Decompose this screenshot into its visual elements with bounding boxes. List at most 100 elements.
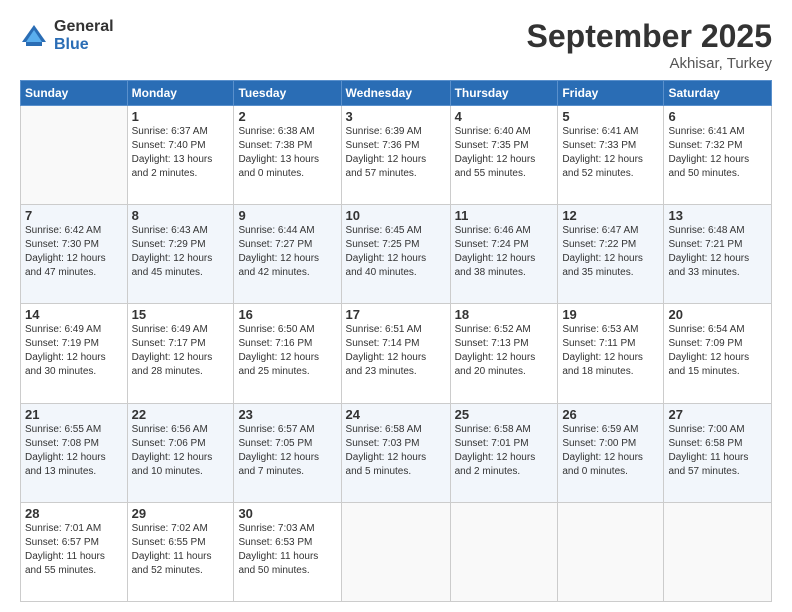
- header: General Blue September 2025 Akhisar, Tur…: [20, 18, 772, 72]
- day-cell: 29Sunrise: 7:02 AM Sunset: 6:55 PM Dayli…: [127, 502, 234, 601]
- day-cell: 18Sunrise: 6:52 AM Sunset: 7:13 PM Dayli…: [450, 304, 558, 403]
- day-info: Sunrise: 7:02 AM Sunset: 6:55 PM Dayligh…: [132, 522, 230, 578]
- day-number: 12: [562, 208, 659, 223]
- day-info: Sunrise: 6:37 AM Sunset: 7:40 PM Dayligh…: [132, 125, 230, 181]
- day-cell: 30Sunrise: 7:03 AM Sunset: 6:53 PM Dayli…: [234, 502, 341, 601]
- day-cell: 5Sunrise: 6:41 AM Sunset: 7:33 PM Daylig…: [558, 106, 664, 205]
- header-sunday: Sunday: [21, 81, 128, 106]
- logo-icon: [20, 22, 48, 50]
- page: General Blue September 2025 Akhisar, Tur…: [0, 0, 792, 612]
- day-number: 1: [132, 109, 230, 124]
- day-cell: 20Sunrise: 6:54 AM Sunset: 7:09 PM Dayli…: [664, 304, 772, 403]
- header-friday: Friday: [558, 81, 664, 106]
- day-number: 27: [668, 407, 767, 422]
- day-info: Sunrise: 6:48 AM Sunset: 7:21 PM Dayligh…: [668, 224, 767, 280]
- day-info: Sunrise: 7:01 AM Sunset: 6:57 PM Dayligh…: [25, 522, 123, 578]
- day-info: Sunrise: 7:03 AM Sunset: 6:53 PM Dayligh…: [238, 522, 336, 578]
- day-cell: 15Sunrise: 6:49 AM Sunset: 7:17 PM Dayli…: [127, 304, 234, 403]
- day-number: 17: [346, 307, 446, 322]
- day-number: 26: [562, 407, 659, 422]
- day-cell: [450, 502, 558, 601]
- day-info: Sunrise: 7:00 AM Sunset: 6:58 PM Dayligh…: [668, 423, 767, 479]
- day-number: 4: [455, 109, 554, 124]
- day-cell: 23Sunrise: 6:57 AM Sunset: 7:05 PM Dayli…: [234, 403, 341, 502]
- day-number: 18: [455, 307, 554, 322]
- day-info: Sunrise: 6:41 AM Sunset: 7:33 PM Dayligh…: [562, 125, 659, 181]
- day-cell: 21Sunrise: 6:55 AM Sunset: 7:08 PM Dayli…: [21, 403, 128, 502]
- logo-general: General: [54, 18, 114, 36]
- day-number: 30: [238, 506, 336, 521]
- day-cell: 28Sunrise: 7:01 AM Sunset: 6:57 PM Dayli…: [21, 502, 128, 601]
- day-cell: 11Sunrise: 6:46 AM Sunset: 7:24 PM Dayli…: [450, 205, 558, 304]
- day-cell: 17Sunrise: 6:51 AM Sunset: 7:14 PM Dayli…: [341, 304, 450, 403]
- day-cell: 1Sunrise: 6:37 AM Sunset: 7:40 PM Daylig…: [127, 106, 234, 205]
- day-info: Sunrise: 6:58 AM Sunset: 7:01 PM Dayligh…: [455, 423, 554, 479]
- day-cell: 8Sunrise: 6:43 AM Sunset: 7:29 PM Daylig…: [127, 205, 234, 304]
- day-info: Sunrise: 6:50 AM Sunset: 7:16 PM Dayligh…: [238, 323, 336, 379]
- day-cell: 27Sunrise: 7:00 AM Sunset: 6:58 PM Dayli…: [664, 403, 772, 502]
- logo-blue: Blue: [54, 36, 114, 54]
- day-info: Sunrise: 6:45 AM Sunset: 7:25 PM Dayligh…: [346, 224, 446, 280]
- day-cell: [558, 502, 664, 601]
- day-number: 7: [25, 208, 123, 223]
- day-number: 3: [346, 109, 446, 124]
- day-number: 13: [668, 208, 767, 223]
- day-cell: 22Sunrise: 6:56 AM Sunset: 7:06 PM Dayli…: [127, 403, 234, 502]
- header-saturday: Saturday: [664, 81, 772, 106]
- header-thursday: Thursday: [450, 81, 558, 106]
- day-cell: 4Sunrise: 6:40 AM Sunset: 7:35 PM Daylig…: [450, 106, 558, 205]
- logo-text: General Blue: [54, 18, 114, 53]
- day-number: 9: [238, 208, 336, 223]
- day-info: Sunrise: 6:43 AM Sunset: 7:29 PM Dayligh…: [132, 224, 230, 280]
- day-info: Sunrise: 6:52 AM Sunset: 7:13 PM Dayligh…: [455, 323, 554, 379]
- day-cell: 25Sunrise: 6:58 AM Sunset: 7:01 PM Dayli…: [450, 403, 558, 502]
- day-cell: 13Sunrise: 6:48 AM Sunset: 7:21 PM Dayli…: [664, 205, 772, 304]
- day-info: Sunrise: 6:44 AM Sunset: 7:27 PM Dayligh…: [238, 224, 336, 280]
- day-info: Sunrise: 6:46 AM Sunset: 7:24 PM Dayligh…: [455, 224, 554, 280]
- day-number: 16: [238, 307, 336, 322]
- day-cell: 3Sunrise: 6:39 AM Sunset: 7:36 PM Daylig…: [341, 106, 450, 205]
- day-info: Sunrise: 6:38 AM Sunset: 7:38 PM Dayligh…: [238, 125, 336, 181]
- location: Akhisar, Turkey: [527, 55, 772, 72]
- day-info: Sunrise: 6:59 AM Sunset: 7:00 PM Dayligh…: [562, 423, 659, 479]
- day-info: Sunrise: 6:58 AM Sunset: 7:03 PM Dayligh…: [346, 423, 446, 479]
- header-tuesday: Tuesday: [234, 81, 341, 106]
- day-number: 25: [455, 407, 554, 422]
- day-number: 5: [562, 109, 659, 124]
- day-cell: 7Sunrise: 6:42 AM Sunset: 7:30 PM Daylig…: [21, 205, 128, 304]
- day-cell: 24Sunrise: 6:58 AM Sunset: 7:03 PM Dayli…: [341, 403, 450, 502]
- day-cell: 9Sunrise: 6:44 AM Sunset: 7:27 PM Daylig…: [234, 205, 341, 304]
- day-cell: 14Sunrise: 6:49 AM Sunset: 7:19 PM Dayli…: [21, 304, 128, 403]
- day-info: Sunrise: 6:53 AM Sunset: 7:11 PM Dayligh…: [562, 323, 659, 379]
- header-monday: Monday: [127, 81, 234, 106]
- day-cell: 10Sunrise: 6:45 AM Sunset: 7:25 PM Dayli…: [341, 205, 450, 304]
- logo: General Blue: [20, 18, 114, 53]
- day-cell: 26Sunrise: 6:59 AM Sunset: 7:00 PM Dayli…: [558, 403, 664, 502]
- day-number: 23: [238, 407, 336, 422]
- day-info: Sunrise: 6:55 AM Sunset: 7:08 PM Dayligh…: [25, 423, 123, 479]
- day-number: 11: [455, 208, 554, 223]
- day-info: Sunrise: 6:41 AM Sunset: 7:32 PM Dayligh…: [668, 125, 767, 181]
- day-info: Sunrise: 6:42 AM Sunset: 7:30 PM Dayligh…: [25, 224, 123, 280]
- day-number: 28: [25, 506, 123, 521]
- week-row-1: 1Sunrise: 6:37 AM Sunset: 7:40 PM Daylig…: [21, 106, 772, 205]
- day-number: 29: [132, 506, 230, 521]
- day-info: Sunrise: 6:56 AM Sunset: 7:06 PM Dayligh…: [132, 423, 230, 479]
- day-cell: [664, 502, 772, 601]
- weekday-header-row: Sunday Monday Tuesday Wednesday Thursday…: [21, 81, 772, 106]
- month-title: September 2025: [527, 18, 772, 55]
- day-cell: [341, 502, 450, 601]
- day-info: Sunrise: 6:47 AM Sunset: 7:22 PM Dayligh…: [562, 224, 659, 280]
- day-number: 14: [25, 307, 123, 322]
- day-cell: 16Sunrise: 6:50 AM Sunset: 7:16 PM Dayli…: [234, 304, 341, 403]
- day-number: 24: [346, 407, 446, 422]
- week-row-4: 21Sunrise: 6:55 AM Sunset: 7:08 PM Dayli…: [21, 403, 772, 502]
- day-info: Sunrise: 6:39 AM Sunset: 7:36 PM Dayligh…: [346, 125, 446, 181]
- day-cell: 6Sunrise: 6:41 AM Sunset: 7:32 PM Daylig…: [664, 106, 772, 205]
- day-number: 2: [238, 109, 336, 124]
- day-info: Sunrise: 6:54 AM Sunset: 7:09 PM Dayligh…: [668, 323, 767, 379]
- day-number: 19: [562, 307, 659, 322]
- calendar: Sunday Monday Tuesday Wednesday Thursday…: [20, 80, 772, 602]
- day-info: Sunrise: 6:49 AM Sunset: 7:17 PM Dayligh…: [132, 323, 230, 379]
- day-number: 22: [132, 407, 230, 422]
